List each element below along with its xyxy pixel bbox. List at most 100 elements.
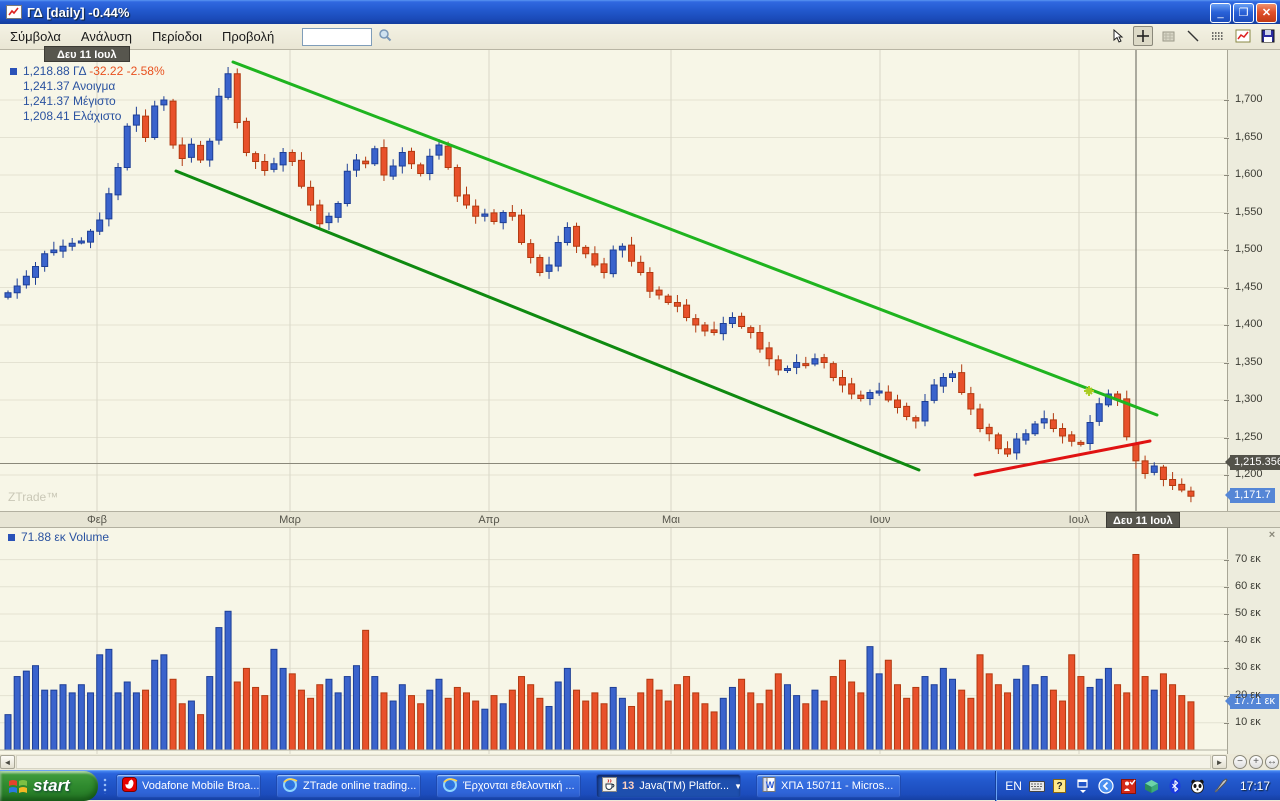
- price-tick-label: 1,600: [1235, 168, 1263, 180]
- ie-icon: [282, 777, 298, 795]
- minimize-button[interactable]: _: [1210, 3, 1231, 23]
- volume-tick: [1224, 668, 1229, 669]
- launcher-tray-icon[interactable]: [1213, 778, 1229, 794]
- price-tick: [1224, 100, 1229, 101]
- taskbar-button-0[interactable]: Vodafone Mobile Broa...: [116, 774, 261, 798]
- crosshair-tool-icon[interactable]: [1133, 26, 1153, 46]
- patterns-tool-icon[interactable]: [1208, 26, 1228, 46]
- app-chart-icon: [6, 5, 22, 19]
- zoom-out-button[interactable]: −: [1233, 755, 1247, 769]
- month-label: Ιουλ: [1069, 514, 1090, 526]
- price-tick: [1224, 288, 1229, 289]
- menu-1[interactable]: Ανάλυση: [71, 26, 142, 47]
- menu-3[interactable]: Προβολή: [212, 26, 284, 47]
- group-count: 13: [622, 780, 634, 792]
- legend-marker: [10, 68, 17, 75]
- user-status-tray-icon[interactable]: [1121, 778, 1137, 794]
- price-tick: [1224, 363, 1229, 364]
- volume-tick-label: 50 εκ: [1235, 607, 1261, 619]
- panda-antivirus-icon[interactable]: [1190, 778, 1206, 794]
- windows-logo-icon: [8, 777, 28, 796]
- price-tick: [1224, 250, 1229, 251]
- price-axis: 1,215.356 1,171.7 1,7001,6501,6001,5501,…: [1228, 50, 1280, 511]
- taskbar-button-label: Vodafone Mobile Broa...: [142, 780, 259, 792]
- taskbar-button-4[interactable]: W ΧΠΑ 150711 - Micros...: [756, 774, 901, 798]
- fit-width-button[interactable]: ↔: [1265, 755, 1279, 769]
- price-tick-label: 1,300: [1235, 393, 1263, 405]
- grid-tool-icon[interactable]: [1158, 26, 1178, 46]
- price-chart[interactable]: ZTrade™: [0, 50, 1228, 511]
- volume-tick: [1224, 587, 1229, 588]
- zoom-in-button[interactable]: +: [1249, 755, 1263, 769]
- pointer-tool-icon[interactable]: [1108, 26, 1128, 46]
- search-icon[interactable]: [378, 28, 392, 45]
- month-label: Απρ: [478, 514, 499, 526]
- taskbar-button-2[interactable]: Έρχονται εθελοντική ...: [436, 774, 581, 798]
- month-label: Μαρ: [279, 514, 301, 526]
- candlestick-plot: [0, 50, 1228, 511]
- java-icon: [602, 777, 617, 795]
- month-label: Φεβ: [87, 514, 107, 526]
- price-tick: [1224, 213, 1229, 214]
- search-input[interactable]: [302, 28, 372, 46]
- taskbar-button-3[interactable]: 13Java(TM) Platfor...▼: [596, 774, 741, 798]
- volume-tick: [1224, 560, 1229, 561]
- legend-high: 1,241.37 Μέγιστο: [10, 94, 165, 109]
- price-tick: [1224, 475, 1229, 476]
- restore-window-icon[interactable]: [1075, 778, 1091, 794]
- crosshair-date-tooltip: Δευ 11 Ιουλ: [44, 46, 130, 62]
- price-tick-label: 1,650: [1235, 131, 1263, 143]
- scroll-left-arrow[interactable]: ◄: [0, 755, 15, 769]
- taskbar-button-label: ZTrade online trading...: [303, 780, 416, 792]
- price-tick-label: 1,350: [1235, 356, 1263, 368]
- price-tick-label: 1,700: [1235, 93, 1263, 105]
- horizontal-scrollbar: ◄ ► − + ↔: [0, 754, 1280, 770]
- start-button[interactable]: start: [0, 771, 98, 801]
- scrollbar-track[interactable]: [16, 755, 1211, 769]
- word-icon: W: [762, 777, 776, 795]
- scroll-right-arrow[interactable]: ►: [1212, 755, 1227, 769]
- volume-tick-label: 10 εκ: [1235, 716, 1261, 728]
- restore-button[interactable]: ❐: [1233, 3, 1254, 23]
- taskbar-button-1[interactable]: ZTrade online trading...: [276, 774, 421, 798]
- taskbar-button-label: ΧΠΑ 150711 - Micros...: [781, 780, 893, 792]
- volume-plot: [0, 528, 1228, 754]
- volume-legend: 71.88 εκ Volume: [8, 530, 109, 544]
- menu-2[interactable]: Περίοδοι: [142, 26, 212, 47]
- volume-legend-text: 71.88 εκ Volume: [21, 530, 109, 544]
- system-tray: EN ? 17:17: [996, 771, 1280, 801]
- trendline-tool-icon[interactable]: [1183, 26, 1203, 46]
- price-tick-label: 1,450: [1235, 281, 1263, 293]
- start-label: start: [33, 776, 70, 796]
- price-tick-label: 1,200: [1235, 468, 1263, 480]
- volume-panel[interactable]: [0, 528, 1228, 754]
- taskbar-button-label: Java(TM) Platfor...: [639, 780, 729, 792]
- close-button[interactable]: ✕: [1256, 3, 1277, 23]
- price-tick: [1224, 400, 1229, 401]
- volume-tick: [1224, 614, 1229, 615]
- ohlc-legend: 1,218.88 ΓΔ -32.22 -2.58% 1,241.37 Ανοιγ…: [10, 64, 165, 124]
- title-bar: ΓΔ [daily] -0.44% _ ❐ ✕: [0, 0, 1280, 24]
- volume-panel-close-icon[interactable]: ×: [1266, 530, 1278, 542]
- volume-axis: 17.71 εκ 70 εκ60 εκ50 εκ40 εκ30 εκ20 εκ1…: [1228, 528, 1280, 754]
- language-indicator[interactable]: EN: [1005, 779, 1022, 793]
- legend-open: 1,241.37 Ανοιγμα: [10, 79, 165, 94]
- help-note-icon[interactable]: ?: [1052, 778, 1068, 794]
- volume-tick-label: 20 εκ: [1235, 689, 1261, 701]
- keyboard-icon[interactable]: [1029, 778, 1045, 794]
- crosshair-date-chip: Δευ 11 Ιουλ: [1106, 512, 1180, 528]
- price-tick: [1224, 138, 1229, 139]
- chart-type-icon[interactable]: [1233, 26, 1253, 46]
- legend-close: 1,218.88 ΓΔ: [23, 64, 86, 78]
- month-label: Ιουν: [870, 514, 891, 526]
- clock[interactable]: 17:17: [1240, 779, 1270, 793]
- save-icon[interactable]: [1258, 26, 1278, 46]
- bluetooth-icon[interactable]: [1167, 778, 1183, 794]
- watermark: ZTrade™: [8, 490, 58, 504]
- taskbar-divider: [103, 778, 107, 794]
- hide-icons-chevron[interactable]: [1098, 778, 1114, 794]
- vodafone-icon: [122, 777, 137, 795]
- volume-tick: [1224, 696, 1229, 697]
- menu-0[interactable]: Σύμβολα: [0, 26, 71, 47]
- green-box-tray-icon[interactable]: [1144, 778, 1160, 794]
